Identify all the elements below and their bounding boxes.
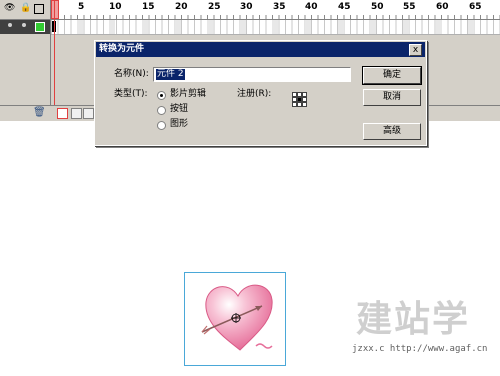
playhead-line [54, 0, 55, 121]
lock-dot-icon[interactable] [22, 23, 26, 27]
name-input-value: 元件 2 [156, 69, 185, 80]
frame-number: 30 [240, 2, 253, 12]
frame-band [370, 20, 376, 34]
frame-number: 15 [142, 2, 155, 12]
type-option-button[interactable]: 按钮 [170, 104, 188, 115]
onion-skin-icon[interactable] [71, 108, 82, 119]
center-frame-icon[interactable] [57, 108, 68, 119]
name-label: 名称(N): [114, 69, 149, 79]
close-button[interactable]: x [409, 44, 422, 56]
dialog-title: 转换为元件 [99, 44, 145, 54]
type-option-graphic[interactable]: 图形 [170, 119, 188, 130]
registration-label: 注册(R): [237, 89, 272, 99]
frame-number: 40 [305, 2, 318, 12]
type-radio-button[interactable] [157, 106, 166, 115]
cancel-button[interactable]: 取消 [363, 89, 421, 106]
frame-number: 55 [403, 2, 416, 12]
frame-number: 60 [436, 2, 449, 12]
eye-icon[interactable]: 👁 [4, 3, 15, 14]
registration-grid[interactable] [292, 92, 307, 107]
frame-band [77, 20, 83, 34]
frame-number: 50 [371, 2, 384, 12]
name-input[interactable]: 元件 2 [153, 67, 351, 82]
layer-panel: 👁 🔒 [0, 0, 51, 121]
layer-outline-color-icon[interactable] [35, 22, 45, 32]
type-radio-graphic[interactable] [157, 121, 166, 130]
frame-band [207, 20, 213, 34]
frame-band [436, 20, 442, 34]
frame-band [305, 20, 311, 34]
watermark-url: jzxx.c http://www.agaf.cn [352, 344, 488, 354]
outline-icon[interactable] [34, 4, 44, 14]
type-label: 类型(T): [114, 89, 148, 99]
frame-number: 5 [78, 2, 85, 12]
type-radio-movieclip[interactable] [157, 91, 166, 100]
frame-band [272, 20, 278, 34]
frame-band [109, 20, 115, 34]
visibility-dot-icon[interactable] [8, 23, 12, 27]
frame-number: 20 [175, 2, 188, 12]
frame-number: 25 [208, 2, 221, 12]
layer-row[interactable] [0, 20, 50, 34]
frame-track[interactable] [51, 20, 500, 35]
frame-band [403, 20, 409, 34]
lock-icon[interactable]: 🔒 [20, 3, 31, 14]
type-option-movieclip[interactable]: 影片剪辑 [170, 89, 206, 100]
frame-band [240, 20, 246, 34]
onion-skin-outlines-icon[interactable] [83, 108, 94, 119]
frame-number: 10 [109, 2, 122, 12]
trash-icon[interactable]: 🗑 [33, 108, 46, 118]
playhead-handle[interactable] [51, 0, 59, 19]
layer-header: 👁 🔒 [0, 0, 50, 20]
frame-number: 35 [273, 2, 286, 12]
frame-band [175, 20, 181, 34]
frame-number: 65 [469, 2, 482, 12]
frame-band [142, 20, 148, 34]
site-watermark: 建站学 jzxx.c http://www.agaf.cn [352, 300, 492, 360]
advanced-button[interactable]: 高级 [363, 123, 421, 140]
dialog-titlebar[interactable]: 转换为元件 x [96, 42, 425, 57]
heart-arrow-graphic[interactable] [200, 276, 280, 356]
frame-band [468, 20, 474, 34]
frame-band [338, 20, 344, 34]
frame-number: 45 [338, 2, 351, 12]
convert-to-symbol-dialog: 转换为元件 x 名称(N): 元件 2 类型(T): 影片剪辑 按钮 图形 注册… [94, 40, 427, 146]
watermark-title: 建站学 [356, 299, 471, 340]
ok-button[interactable]: 确定 [362, 66, 422, 85]
frame-ruler[interactable]: 1 5 10 15 20 25 30 35 40 45 50 55 60 65 [51, 0, 500, 20]
